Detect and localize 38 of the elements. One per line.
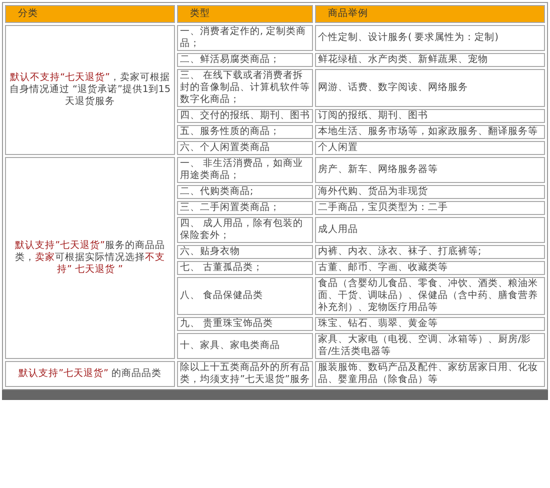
table-cell: 四、交付的报纸、期刊、图书	[177, 109, 313, 123]
table-cell: 九、 贵重珠宝饰品类	[177, 317, 313, 331]
table-cell: 五、服务性质的商品；	[177, 125, 313, 139]
table-cell: 六、个人闲置类商品	[177, 141, 313, 155]
table-cell: 房产、新车、网络服务器等	[315, 157, 545, 183]
table-cell: 本地生活、服务市场等，如家政服务、翻译服务等	[315, 125, 545, 139]
table-cell: 古董、邮币、字画、收藏类等	[315, 261, 545, 275]
column-header: 分类	[5, 5, 175, 23]
table-cell: 七、 古董孤品类；	[177, 261, 313, 275]
table-cell: 订阅的报纸、期刊、图书	[315, 109, 545, 123]
table-cell: 服装服饰、数码产品及配件、家纺居家日用、化妆品、婴童用品（除食品）等	[315, 361, 545, 387]
table-cell: 二、鲜活易腐类商品；	[177, 53, 313, 67]
table-cell: 成人用品	[315, 217, 545, 243]
table-cell: 内裤、内衣、泳衣、袜子、打底裤等;	[315, 245, 545, 259]
table-cell: 四、 成人用品，除有包装的保险套外；	[177, 217, 313, 243]
table-cell: 三、二手闲置类商品；	[177, 201, 313, 215]
category-cell: 默认不支持“七天退货”，卖家可根据自身情况通过 “退货承诺”提供1到15天退货服务	[5, 25, 175, 155]
table-cell: 除以上十五类商品外的所有品类，均须支持”七天退货”服务	[177, 361, 313, 387]
table-cell: 个性定制、设计服务( 要求属性为：定制)	[315, 25, 545, 51]
table-cell: 十、家具、家电类商品	[177, 333, 313, 359]
table-cell: 食品（含婴幼儿食品、零食、冲饮、酒类、粮油米面、干货、调味品）、保健品（含中药、膳食营养补充剂）、宠物医疗用品等	[315, 277, 545, 315]
table-cell: 二、代购类商品;	[177, 185, 313, 199]
table-cell: 家具、大家电（电视、空调、冰箱等）、厨房/影音/生活类电器等	[315, 333, 545, 359]
table-cell: 八、 食品保健品类	[177, 277, 313, 315]
table-cell: 网游、话费、数字阅读、网络服务	[315, 69, 545, 107]
table-cell: 六、贴身衣物	[177, 245, 313, 259]
table-cell: 鲜花绿植、水产肉类、新鲜蔬果、宠物	[315, 53, 545, 67]
table-cell: 三、 在线下载或者消费者拆封的音像制品、计算机软件等数字化商品；	[177, 69, 313, 107]
table-cell: 珠宝、钻石、翡翠、黄金等	[315, 317, 545, 331]
category-cell: 默认支持”七天退货”服务的商品品类，卖家可根据实际情况选择不支持” 七天退货 ”	[5, 157, 175, 359]
table-cell: 二手商品，宝贝类型为：二手	[315, 201, 545, 215]
category-cell: 默认支持”七天退货” 的商品品类	[5, 361, 175, 387]
table-cell: 一、 非生活消费品，如商业用途类商品；	[177, 157, 313, 183]
table-cell: 一、消费者定作的, 定制类商品；	[177, 25, 313, 51]
column-header: 类型	[177, 5, 313, 23]
table-cell: 个人闲置	[315, 141, 545, 155]
column-header: 商品举例	[315, 5, 545, 23]
table-cell: 海外代购、货品为非现货	[315, 185, 545, 199]
